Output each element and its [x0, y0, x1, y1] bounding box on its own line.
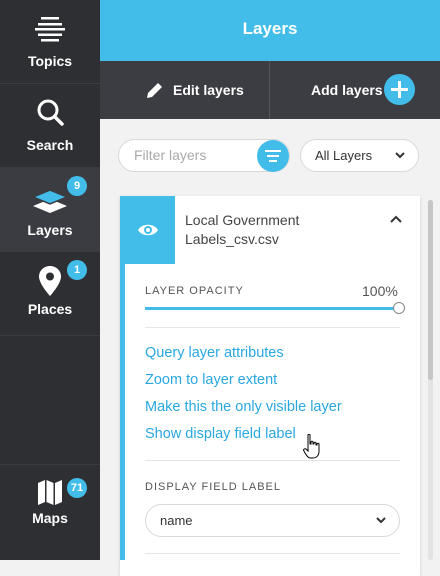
chevron-down-icon — [394, 141, 406, 182]
nav-topics[interactable]: Topics — [0, 0, 100, 84]
eye-icon — [137, 222, 159, 243]
divider — [145, 553, 400, 554]
search-icon — [36, 98, 64, 131]
opacity-label: LAYER OPACITY — [145, 285, 244, 297]
edit-layers-button[interactable]: Edit layers — [100, 61, 270, 119]
nav-places[interactable]: 1 Places — [0, 252, 100, 336]
opacity-slider-track[interactable] — [145, 307, 400, 310]
layer-title-line2: Labels_csv.csv — [185, 231, 279, 247]
action-bar: Edit layers Add layers — [100, 61, 440, 119]
opacity-value: 100% — [362, 283, 398, 299]
layers-scope-select[interactable]: All Layers — [300, 139, 419, 172]
layers-icon — [31, 189, 69, 220]
add-layers-button[interactable]: Add layers — [270, 61, 440, 119]
layer-title: Local Government Labels_csv.csv — [185, 211, 299, 249]
divider — [145, 327, 400, 328]
filter-button[interactable] — [257, 140, 289, 172]
plus-icon — [384, 74, 415, 105]
panel-header: Layers — [100, 0, 440, 61]
filter-layers-placeholder: Filter layers — [134, 147, 207, 163]
filter-icon — [257, 150, 289, 176]
collapse-button[interactable] — [386, 210, 406, 230]
nav-maps-label: Maps — [32, 510, 68, 526]
panel-title: Layers — [242, 19, 298, 38]
show-label-link[interactable]: Show display field label — [145, 426, 296, 442]
opacity-slider-thumb[interactable] — [393, 302, 405, 314]
hand-cursor-icon — [303, 433, 321, 465]
nav-topics-label: Topics — [27, 53, 73, 69]
topics-icon — [35, 14, 65, 49]
nav-places-label: Places — [27, 301, 73, 317]
edit-layers-label: Edit layers — [173, 82, 244, 98]
layer-title-line1: Local Government — [185, 212, 300, 228]
divider — [145, 460, 400, 461]
chevron-up-icon — [386, 215, 406, 234]
scrollbar-thumb[interactable] — [428, 200, 433, 380]
layers-count-badge: 9 — [67, 176, 87, 196]
display-field-label-heading: DISPLAY FIELD LABEL — [145, 481, 281, 493]
nav-layers-label: Layers — [27, 222, 73, 238]
zoom-extent-link[interactable]: Zoom to layer extent — [145, 372, 277, 388]
maps-count-badge: 71 — [67, 478, 87, 498]
display-field-select[interactable]: name — [145, 504, 400, 537]
nav-search-label: Search — [26, 137, 74, 153]
visibility-toggle[interactable] — [120, 196, 175, 264]
layer-card-accent — [120, 264, 125, 560]
places-count-badge: 1 — [67, 260, 87, 280]
query-attributes-link[interactable]: Query layer attributes — [145, 345, 284, 361]
map-icon — [38, 480, 62, 511]
pencil-icon — [147, 82, 163, 101]
pin-icon — [39, 266, 61, 301]
display-field-value: name — [160, 513, 193, 528]
nav-search[interactable]: Search — [0, 84, 100, 168]
sidebar: Topics Search 9 Layers 1 Places 71 Maps — [0, 0, 100, 560]
only-visible-link[interactable]: Make this the only visible layer — [145, 399, 342, 415]
nav-maps[interactable]: 71 Maps — [0, 464, 100, 560]
chevron-down-icon — [375, 506, 387, 547]
add-layers-label: Add layers — [311, 82, 383, 98]
nav-layers[interactable]: 9 Layers — [0, 168, 100, 252]
layers-scope-value: All Layers — [315, 148, 373, 163]
